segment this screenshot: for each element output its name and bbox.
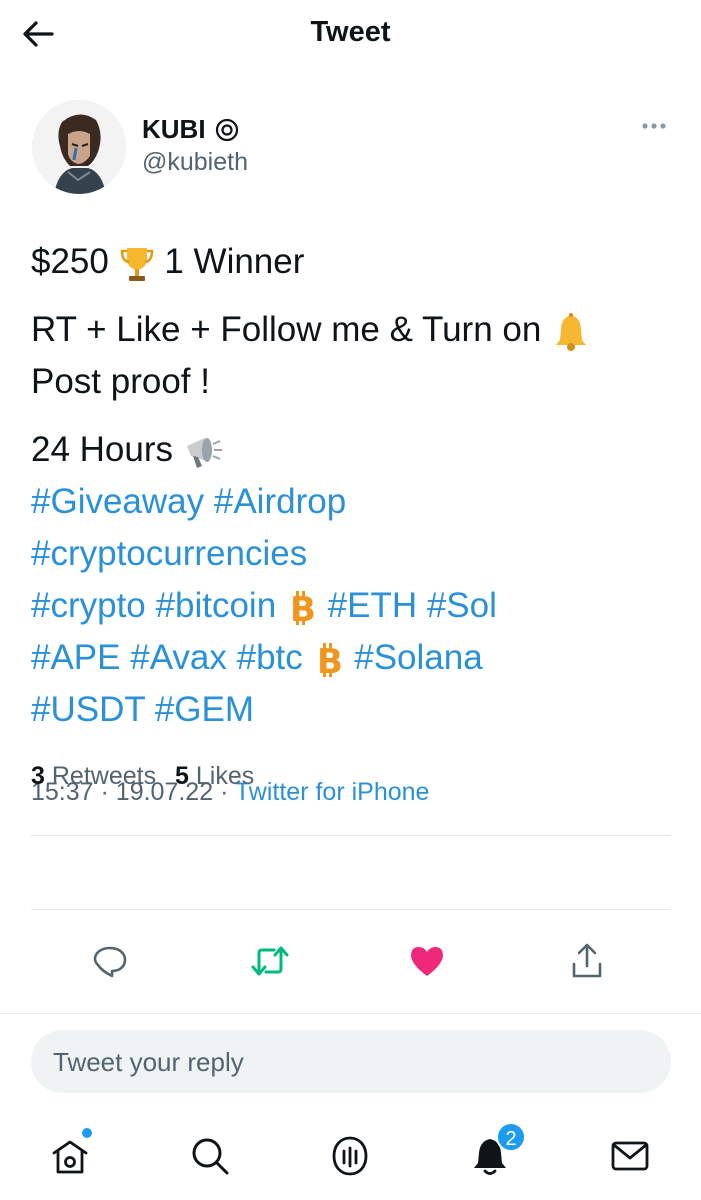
- text-line: #USDT #GEM: [31, 684, 671, 736]
- hashtag-link[interactable]: #btc: [237, 638, 303, 677]
- tweet-text: $250 1 Winner RT + Like + Follow me & Tu…: [31, 236, 671, 736]
- text-line: $250 1 Winner: [31, 236, 671, 288]
- more-horizontal-icon: [642, 123, 666, 129]
- home-icon: [52, 1140, 88, 1174]
- text-line: Post proof !: [31, 356, 671, 408]
- search-icon: [192, 1138, 229, 1175]
- hashtag-link[interactable]: #bitcoin: [156, 586, 277, 625]
- bitcoin-icon: B: [290, 590, 316, 628]
- hashtag-link[interactable]: #cryptocurrencies: [31, 534, 307, 573]
- text-line: RT + Like + Follow me & Turn on: [31, 304, 671, 356]
- tab-spaces[interactable]: [320, 1126, 380, 1186]
- author-display-name: KUBI: [142, 114, 206, 144]
- page-title: Tweet: [310, 16, 391, 48]
- hashtag-link[interactable]: #crypto: [31, 586, 146, 625]
- bitcoin-icon: B: [317, 642, 343, 680]
- duration-text: 24 Hours: [31, 430, 174, 469]
- megaphone-icon: [186, 437, 222, 468]
- more-options-button[interactable]: [636, 114, 676, 138]
- bottom-tab-bar: 2: [0, 1112, 701, 1200]
- tweet-stats: 3 Retweets 5 Likes: [31, 762, 266, 791]
- text-line: #cryptocurrencies: [31, 528, 671, 580]
- target-icon: [215, 118, 238, 141]
- share-button[interactable]: [560, 934, 614, 988]
- notification-count-badge: 2: [496, 1122, 526, 1152]
- divider: [31, 835, 671, 836]
- hashtag-link[interactable]: #Airdrop: [214, 482, 346, 521]
- retweet-button[interactable]: [243, 934, 297, 988]
- reply-input[interactable]: Tweet your reply: [31, 1030, 671, 1093]
- hashtag-link[interactable]: #Giveaway: [31, 482, 204, 521]
- proof-text: Post proof !: [31, 362, 210, 401]
- share-icon: [572, 943, 602, 978]
- text-line: #crypto #bitcoin B #ETH #Sol: [31, 580, 671, 632]
- hashtag-link[interactable]: #ETH: [328, 586, 417, 625]
- author-handle[interactable]: @kubieth: [142, 148, 248, 177]
- hashtag-link[interactable]: #USDT: [31, 690, 145, 729]
- tweet-actions: [0, 922, 701, 1002]
- hashtag-link[interactable]: #Solana: [354, 638, 482, 677]
- retweets-count: 3: [31, 762, 45, 790]
- like-button[interactable]: [400, 934, 454, 988]
- reply-button[interactable]: [83, 934, 137, 988]
- divider: [31, 909, 671, 910]
- hashtag-link[interactable]: #Avax: [130, 638, 227, 677]
- retweet-icon: [251, 946, 289, 976]
- spaces-icon: [332, 1136, 368, 1176]
- retweets-label: Retweets: [51, 762, 157, 790]
- text-line: 24 Hours: [31, 424, 671, 476]
- author-name[interactable]: KUBI: [142, 114, 240, 145]
- hashtag-link[interactable]: #Sol: [427, 586, 497, 625]
- mail-icon: [611, 1141, 649, 1171]
- prize-text: $250: [31, 242, 109, 281]
- heart-icon: [411, 947, 443, 976]
- tab-search[interactable]: [180, 1126, 240, 1186]
- retweets-stat[interactable]: 3 Retweets: [31, 762, 163, 790]
- winner-text: 1 Winner: [164, 242, 305, 281]
- section-divider: [0, 1013, 701, 1014]
- top-bar: Tweet: [0, 0, 701, 66]
- comment-icon: [93, 946, 127, 978]
- new-content-dot: [82, 1128, 92, 1138]
- hashtag-link[interactable]: #GEM: [155, 690, 254, 729]
- likes-label: Likes: [195, 762, 255, 790]
- hashtag-link[interactable]: #APE: [31, 638, 121, 677]
- likes-stat[interactable]: 5 Likes: [175, 762, 254, 790]
- instructions-text: RT + Like + Follow me & Turn on: [31, 310, 542, 349]
- likes-count: 5: [175, 762, 189, 790]
- text-line: #APE #Avax #btc B #Solana: [31, 632, 671, 684]
- bell-icon: [556, 312, 587, 351]
- avatar[interactable]: [32, 100, 126, 194]
- trophy-icon: [120, 247, 153, 281]
- tab-home[interactable]: [40, 1126, 100, 1186]
- text-line: #Giveaway #Airdrop: [31, 476, 671, 528]
- tab-notifications[interactable]: 2: [460, 1122, 526, 1186]
- tab-messages[interactable]: [600, 1126, 660, 1186]
